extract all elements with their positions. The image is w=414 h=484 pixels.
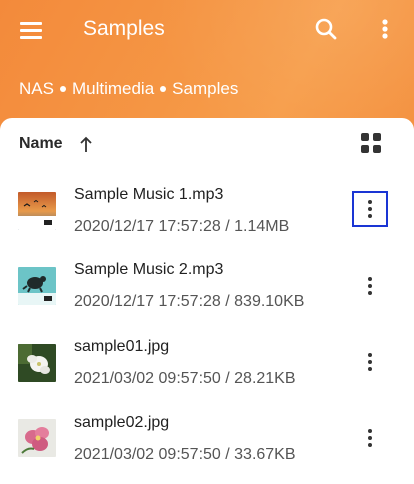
album-art-thumbnail [18,192,56,230]
dot [368,360,372,364]
file-meta: 2020/12/17 17:57:28 / 839.10KB [74,293,305,310]
more-vertical-icon[interactable] [372,15,398,43]
breadcrumb-separator-icon [160,85,167,92]
breadcrumb-separator-icon [59,85,66,92]
more-vertical-icon [368,429,372,433]
file-options-button[interactable] [352,420,388,456]
page-title: Samples [83,17,165,40]
file-meta: 2021/03/02 09:57:50 / 33.67KB [74,446,296,463]
list-item[interactable]: sample01.jpg 2021/03/02 09:57:50 / 28.21… [0,330,414,410]
grid-view-icon[interactable] [360,132,382,154]
hamburger-menu-icon[interactable] [20,20,44,39]
breadcrumb-item-multimedia[interactable]: Multimedia [72,79,154,98]
more-vertical-icon [368,353,372,357]
file-name: Sample Music 1.mp3 [74,186,224,203]
dot [368,436,372,440]
dot [368,291,372,295]
sort-label[interactable]: Name [19,135,63,153]
app-bar: Samples NAS Multimedia Samples [0,0,414,130]
dot [368,214,372,218]
file-name: Sample Music 2.mp3 [74,261,224,278]
list-item[interactable]: Sample Music 2.mp3 2020/12/17 17:57:28 /… [0,250,414,330]
file-name: sample01.jpg [74,338,170,355]
dot [368,367,372,371]
file-options-button[interactable] [352,191,388,227]
album-art-thumbnail [18,267,56,305]
more-vertical-icon [368,200,372,204]
file-meta: 2020/12/17 17:57:28 / 1.14MB [74,218,290,235]
dot [368,207,372,211]
dot [368,284,372,288]
breadcrumb-item-nas[interactable]: NAS [19,79,54,98]
breadcrumb-item-samples[interactable]: Samples [172,79,238,98]
sort-control[interactable]: Name [19,132,93,156]
photo-thumbnail [18,419,56,457]
search-icon[interactable] [312,15,340,43]
photo-thumbnail [18,344,56,382]
list-item[interactable]: Sample Music 1.mp3 2020/12/17 17:57:28 /… [0,170,414,250]
file-options-button[interactable] [352,268,388,304]
breadcrumb: NAS Multimedia Samples [19,78,238,100]
dot [368,443,372,447]
list-item[interactable]: sample02.jpg 2021/03/02 09:57:50 / 33.67… [0,404,414,484]
arrow-up-icon[interactable] [79,135,93,153]
file-options-button[interactable] [352,344,388,380]
file-meta: 2021/03/02 09:57:50 / 28.21KB [74,370,296,387]
more-vertical-icon [368,277,372,281]
file-name: sample02.jpg [74,414,170,431]
